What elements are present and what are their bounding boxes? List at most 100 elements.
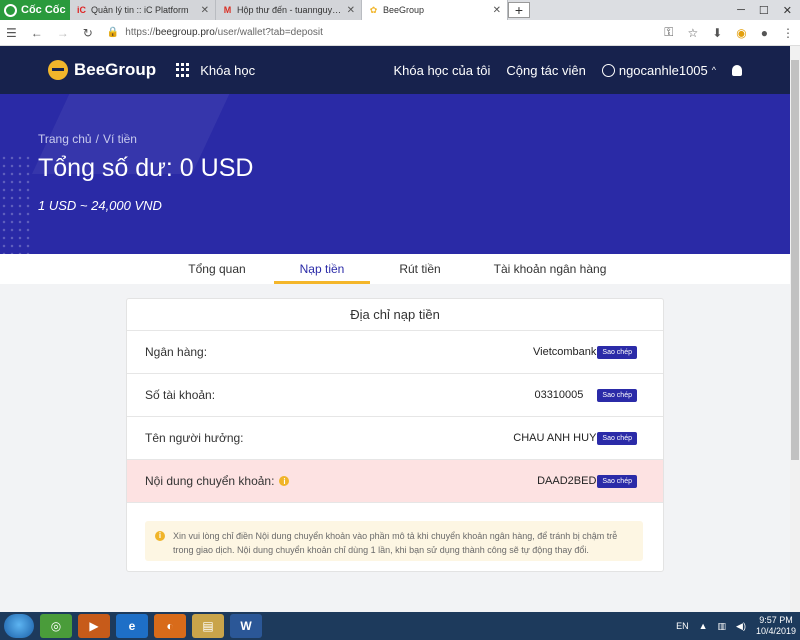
nav-collaborator[interactable]: Cộng tác viên — [506, 63, 586, 78]
browser-tab-beegroup[interactable]: ✿ BeeGroup ✕ — [362, 0, 508, 20]
grid-icon[interactable] — [176, 63, 190, 77]
browser-tab-strip: Cốc Cốc iC Quản lý tin :: iC Platform ✕ … — [0, 0, 800, 20]
deposit-row-transfer-content: Nội dung chuyển khoản: i DAAD2BED Sao ch… — [127, 460, 663, 503]
url-scheme: https:// — [125, 27, 156, 38]
row-value: DAAD2BED — [537, 475, 597, 487]
page-scrollbar[interactable] — [790, 46, 800, 612]
row-label: Ngân hàng: — [145, 345, 208, 359]
ic-icon: iC — [77, 5, 86, 15]
extension-icon[interactable]: ◉ — [736, 26, 746, 40]
browser-tab-title: Hộp thư đến - tuannguyen8998@ — [237, 5, 343, 15]
close-icon[interactable]: ✕ — [201, 5, 209, 16]
beegroup-icon: ✿ — [369, 4, 378, 15]
word-icon[interactable]: W — [230, 614, 262, 638]
minimize-icon[interactable]: ─ — [737, 4, 745, 16]
system-tray: EN ▲ ▥ ◀) 9:57 PM 10/4/2019 — [676, 615, 796, 637]
site-logo-text: BeeGroup — [74, 60, 157, 79]
coccoc-logo-icon — [4, 3, 17, 17]
user-icon — [601, 63, 615, 77]
start-button[interactable] — [4, 614, 34, 638]
username: ngocanhle1005 — [618, 62, 708, 78]
row-label: Nội dung chuyển khoản: i — [145, 474, 537, 488]
deposit-card-title: Địa chỉ nạp tiền — [127, 299, 663, 331]
deposit-row-account-number: Số tài khoản: 03310005 Sao chép — [127, 374, 663, 417]
forward-icon[interactable]: → — [57, 26, 69, 40]
close-icon[interactable]: ✕ — [493, 5, 501, 16]
bell-icon[interactable] — [732, 64, 742, 76]
bee-logo-icon — [48, 60, 68, 80]
tab-bank-account[interactable]: Tài khoản ngân hàng — [470, 254, 630, 284]
tab-overview[interactable]: Tổng quan — [160, 254, 274, 284]
profile-icon[interactable]: ● — [761, 26, 768, 40]
window-controls: ─ ☐ ✕ — [737, 0, 800, 20]
gmail-icon: M — [223, 5, 232, 15]
deposit-row-beneficiary: Tên người hưởng: CHAU ANH HUY Sao chép — [127, 417, 663, 460]
browser-tab-gmail[interactable]: M Hộp thư đến - tuannguyen8998@ ✕ — [216, 0, 362, 20]
row-label: Tên người hưởng: — [145, 431, 244, 445]
reload-icon[interactable]: ↻ — [83, 26, 93, 40]
internet-explorer-icon[interactable]: e — [116, 614, 148, 638]
close-icon[interactable]: ✕ — [347, 5, 355, 16]
coccoc-taskbar-icon[interactable]: ◎ — [40, 614, 72, 638]
url-path: /user/wallet?tab=deposit — [214, 27, 323, 38]
info-icon: i — [155, 531, 165, 541]
clock-time: 9:57 PM — [759, 615, 793, 625]
chevron-up-icon: ^ — [711, 65, 716, 75]
key-icon[interactable]: ⚿ — [664, 25, 673, 40]
tray-arrow-icon[interactable]: ▲ — [699, 621, 708, 631]
row-value: CHAU ANH HUY — [513, 432, 597, 444]
nav-courses[interactable]: Khóa học — [200, 63, 255, 78]
language-indicator[interactable]: EN — [676, 621, 689, 631]
star-icon[interactable]: ☆ — [687, 26, 698, 40]
site-logo[interactable]: BeeGroup — [48, 60, 156, 80]
copy-button[interactable]: Sao chép — [597, 474, 637, 488]
browser-tab-title: BeeGroup — [383, 5, 425, 15]
maximize-icon[interactable]: ☐ — [759, 4, 769, 17]
row-value: Vietcombank — [533, 346, 597, 358]
browser-brand[interactable]: Cốc Cốc — [0, 0, 70, 20]
nav-my-courses[interactable]: Khóa học của tôi — [393, 63, 490, 78]
deposit-card: Địa chỉ nạp tiền Ngân hàng: Vietcombank … — [126, 298, 664, 572]
hero-dots-decor — [0, 154, 30, 254]
deposit-note: i Xin vui lòng chỉ điền Nội dung chuyển … — [145, 521, 643, 561]
copy-button[interactable]: Sao chép — [597, 345, 637, 359]
lock-icon: 🔒 — [106, 27, 120, 38]
address-bar-actions: ⚿ ☆ ⬇ ◉ ● ⋮ — [664, 25, 794, 40]
breadcrumb: Trang chủ / Ví tiền — [38, 132, 137, 146]
firefox-icon[interactable]: ◐ — [154, 614, 186, 638]
nav-right: Khóa học của tôi Cộng tác viên ngocanhle… — [393, 63, 742, 78]
deposit-row-bank: Ngân hàng: Vietcombank Sao chép — [127, 331, 663, 374]
browser-tab-ic[interactable]: iC Quản lý tin :: iC Platform ✕ — [70, 0, 216, 20]
row-value: 03310005 — [534, 389, 584, 401]
volume-icon[interactable]: ◀) — [736, 621, 746, 632]
deposit-note-text: Xin vui lòng chỉ điền Nội dung chuyển kh… — [173, 531, 618, 555]
menu-icon[interactable]: ☰ — [6, 26, 17, 40]
wallet-hero: Trang chủ / Ví tiền Tổng số dư: 0 USD 1 … — [0, 94, 790, 254]
browser-tab-title: Quản lý tin :: iC Platform — [91, 5, 189, 15]
download-icon[interactable]: ⬇ — [712, 26, 722, 40]
copy-button[interactable]: Sao chép — [597, 431, 637, 445]
clock[interactable]: 9:57 PM 10/4/2019 — [756, 615, 796, 637]
close-window-icon[interactable]: ✕ — [783, 4, 792, 17]
media-player-icon[interactable]: ▶ — [78, 614, 110, 638]
breadcrumb-home[interactable]: Trang chủ — [38, 132, 92, 146]
user-menu[interactable]: ngocanhle1005 ^ — [601, 62, 716, 78]
exchange-rate: 1 USD ~ 24,000 VND — [38, 198, 162, 213]
url-host: beegroup.pro — [155, 27, 215, 38]
url-field[interactable]: 🔒 https://beegroup.pro/user/wallet?tab=d… — [107, 23, 650, 43]
info-icon[interactable]: i — [279, 476, 290, 486]
row-label: Số tài khoản: — [145, 388, 216, 402]
scrollbar-thumb[interactable] — [791, 60, 799, 460]
browser-brand-label: Cốc Cốc — [21, 4, 66, 16]
page-title: Tổng số dư: 0 USD — [38, 154, 254, 182]
taskbar: ◎ ▶ e ◐ ▤ W EN ▲ ▥ ◀) 9:57 PM 10/4/2019 — [0, 612, 800, 640]
file-explorer-icon[interactable]: ▤ — [192, 614, 224, 638]
network-icon[interactable]: ▥ — [718, 621, 727, 632]
back-icon[interactable]: ← — [31, 26, 43, 40]
new-tab-button[interactable]: + — [508, 2, 530, 18]
copy-button[interactable]: Sao chép — [597, 388, 637, 402]
tab-withdraw[interactable]: Rút tiền — [370, 254, 470, 284]
more-icon[interactable]: ⋮ — [782, 26, 794, 40]
tab-deposit[interactable]: Nạp tiền — [274, 254, 370, 284]
breadcrumb-wallet: Ví tiền — [102, 132, 137, 146]
